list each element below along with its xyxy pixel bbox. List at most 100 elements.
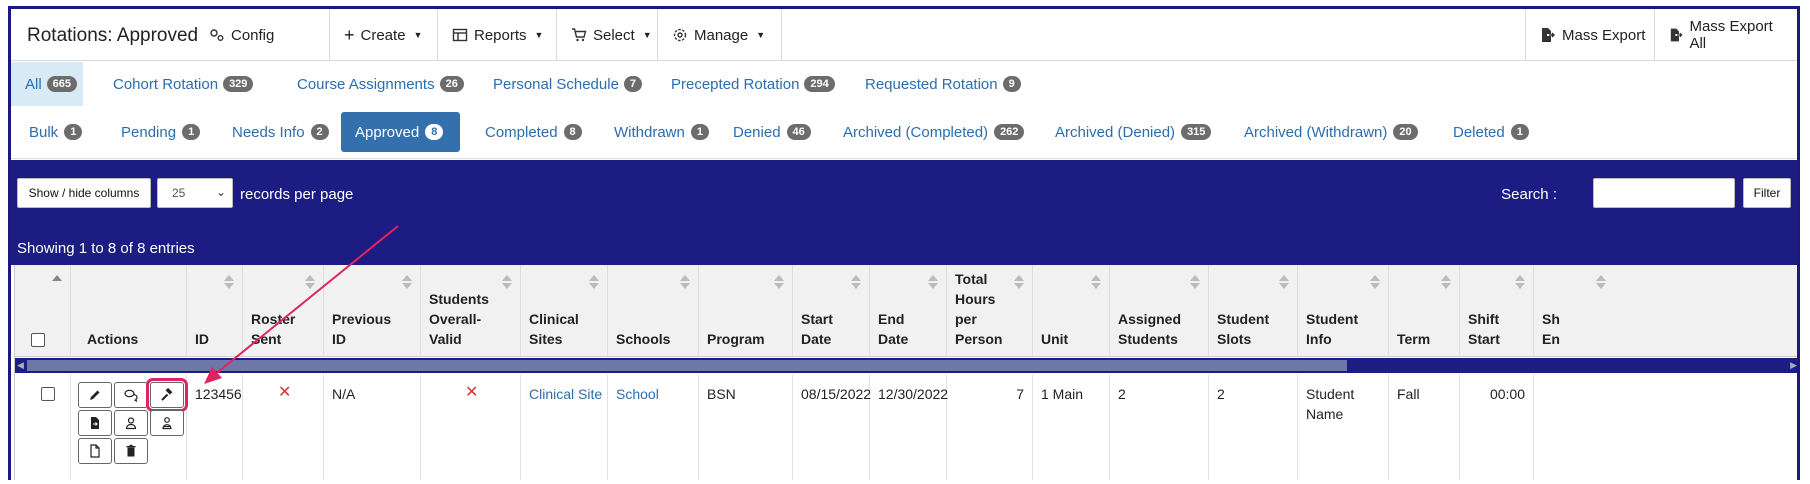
- sort-icon[interactable]: [1441, 275, 1451, 289]
- sort-icon[interactable]: [589, 275, 599, 289]
- records-per-page-select[interactable]: 25 ⌄: [157, 178, 233, 208]
- count-badge: 329: [223, 76, 254, 92]
- col-shift-start[interactable]: Shift Start: [1460, 265, 1534, 357]
- tab-label: Requested Rotation: [865, 75, 998, 93]
- sort-icon[interactable]: [1279, 275, 1289, 289]
- delete-button[interactable]: [114, 438, 148, 464]
- col-student-slots[interactable]: Student Slots: [1209, 265, 1298, 357]
- count-badge: 315: [1181, 124, 1212, 140]
- tab-archived-withdrawn[interactable]: Archived (Withdrawn) 20: [1232, 112, 1430, 152]
- document-button[interactable]: [78, 438, 112, 464]
- col-unit[interactable]: Unit: [1033, 265, 1110, 357]
- school-link[interactable]: School: [616, 384, 659, 404]
- col-assigned-students[interactable]: Assigned Students: [1110, 265, 1209, 357]
- select-all-checkbox[interactable]: [31, 333, 45, 347]
- col-shift-end[interactable]: Sh En: [1534, 265, 1614, 357]
- col-student-info[interactable]: Student Info: [1298, 265, 1389, 357]
- search-input[interactable]: [1593, 178, 1735, 208]
- select-label: Select: [593, 26, 635, 44]
- col-label: End Date: [878, 311, 909, 347]
- sort-icon[interactable]: [1190, 275, 1200, 289]
- mass-export-all-button[interactable]: Mass Export All: [1654, 9, 1797, 61]
- scroll-left-icon[interactable]: ◀: [17, 360, 24, 371]
- cell-clinical-site: Clinical Site: [521, 374, 608, 480]
- col-label: Previous ID: [332, 311, 392, 347]
- sort-icon[interactable]: [680, 275, 690, 289]
- export-button[interactable]: [78, 410, 112, 436]
- caret-down-icon: ▼: [413, 30, 423, 40]
- sort-icon[interactable]: [1515, 275, 1525, 289]
- tab-deleted[interactable]: Deleted 1: [1441, 112, 1541, 152]
- tab-personal-schedule[interactable]: Personal Schedule 7: [481, 62, 654, 106]
- sort-icon[interactable]: [502, 275, 512, 289]
- col-schools[interactable]: Schools: [608, 265, 699, 357]
- col-roster-sent[interactable]: Roster Sent: [243, 265, 324, 357]
- col-label: Shift Start: [1468, 311, 1500, 347]
- preceptor-button[interactable]: [150, 410, 184, 436]
- tab-needs-info[interactable]: Needs Info 2: [220, 112, 341, 152]
- sort-icon[interactable]: [402, 275, 412, 289]
- col-select[interactable]: [15, 265, 71, 357]
- gears-icon: [210, 29, 224, 41]
- sort-icon[interactable]: [774, 275, 784, 289]
- student-button[interactable]: [114, 410, 148, 436]
- col-label: Unit: [1041, 331, 1069, 347]
- edit-button[interactable]: [78, 382, 112, 408]
- sort-icon[interactable]: [851, 275, 861, 289]
- sort-icon[interactable]: [305, 275, 315, 289]
- sort-icon[interactable]: [1370, 275, 1380, 289]
- horizontal-scrollbar[interactable]: ◀ ▶: [15, 358, 1797, 373]
- tab-all[interactable]: All 665: [11, 62, 83, 106]
- row-checkbox[interactable]: [41, 387, 55, 401]
- tab-completed[interactable]: Completed 8: [473, 112, 594, 152]
- cell-program: BSN: [699, 374, 793, 480]
- tab-course-assignments[interactable]: Course Assignments 26: [285, 62, 476, 106]
- col-clinical-sites[interactable]: Clinical Sites: [521, 265, 608, 357]
- count-badge: 1: [1510, 124, 1529, 140]
- show-hide-columns-button[interactable]: Show / hide columns: [17, 178, 151, 208]
- approve-gavel-button[interactable]: [146, 378, 188, 412]
- tab-cohort-rotation[interactable]: Cohort Rotation 329: [101, 62, 265, 106]
- reports-button[interactable]: Reports ▼: [437, 9, 557, 61]
- tab-label: Course Assignments: [297, 75, 435, 93]
- scroll-right-icon[interactable]: ▶: [1790, 360, 1797, 371]
- search-label: Search :: [1501, 186, 1557, 203]
- filter-button[interactable]: Filter: [1743, 178, 1791, 208]
- col-start-date[interactable]: Start Date: [793, 265, 870, 357]
- sort-icon[interactable]: [52, 275, 62, 289]
- tab-pending[interactable]: Pending 1: [109, 112, 212, 152]
- col-total-hours[interactable]: Total Hours per Person: [947, 265, 1033, 357]
- tab-approved[interactable]: Approved 8: [341, 112, 460, 152]
- cell-assigned-students: 2: [1110, 374, 1209, 480]
- mass-export-button[interactable]: Mass Export: [1525, 9, 1659, 61]
- tab-denied[interactable]: Denied 46: [721, 112, 823, 152]
- clinical-site-link[interactable]: Clinical Site: [529, 384, 602, 404]
- config-button[interactable]: Config: [195, 9, 288, 61]
- col-id[interactable]: ID: [187, 265, 243, 357]
- manage-button[interactable]: Manage ▼: [657, 9, 783, 61]
- count-badge: 1: [182, 124, 201, 140]
- col-previous-id[interactable]: Previous ID: [324, 265, 421, 357]
- tab-archived-denied[interactable]: Archived (Denied) 315: [1043, 112, 1223, 152]
- tab-bulk[interactable]: Bulk 1: [17, 112, 94, 152]
- scrollbar-thumb[interactable]: [27, 360, 1347, 371]
- sort-icon[interactable]: [928, 275, 938, 289]
- col-students-valid[interactable]: Students Overall- Valid: [421, 265, 521, 357]
- sort-icon[interactable]: [1091, 275, 1101, 289]
- sort-icon[interactable]: [1014, 275, 1024, 289]
- col-program[interactable]: Program: [699, 265, 793, 357]
- col-end-date[interactable]: End Date: [870, 265, 947, 357]
- col-term[interactable]: Term: [1389, 265, 1460, 357]
- create-button[interactable]: + Create ▼: [329, 9, 436, 61]
- plus-icon: +: [344, 24, 355, 45]
- comments-button[interactable]: [114, 382, 148, 408]
- tab-label: Precepted Rotation: [671, 75, 800, 93]
- tab-archived-completed[interactable]: Archived (Completed) 262: [831, 112, 1036, 152]
- select-button[interactable]: Select ▼: [556, 9, 666, 61]
- tab-withdrawn[interactable]: Withdrawn 1: [602, 112, 721, 152]
- term-value: Fall: [1397, 386, 1420, 402]
- sort-icon[interactable]: [224, 275, 234, 289]
- tab-precepted-rotation[interactable]: Precepted Rotation 294: [659, 62, 847, 106]
- tab-requested-rotation[interactable]: Requested Rotation 9: [853, 62, 1033, 106]
- sort-icon[interactable]: [1596, 275, 1606, 289]
